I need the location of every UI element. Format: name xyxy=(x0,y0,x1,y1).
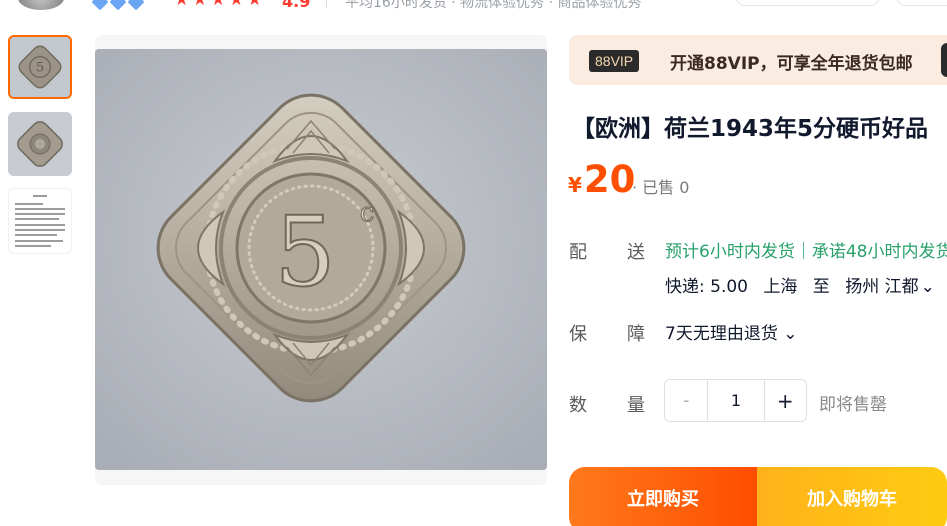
doc-text-line xyxy=(33,195,47,197)
doc-text-line xyxy=(15,208,65,210)
star-icon: ★ xyxy=(192,0,208,10)
delivery-to-word: 至 xyxy=(812,277,830,297)
diamond-icon xyxy=(91,0,109,11)
doc-text-line xyxy=(15,234,57,236)
chevron-down-icon[interactable]: ⌄ xyxy=(921,277,935,297)
rating-score: 4.9 xyxy=(282,0,311,11)
main-image-panel: 5 c xyxy=(95,35,547,485)
shop-action-button[interactable] xyxy=(735,0,880,6)
doc-text-line xyxy=(15,213,65,215)
vip-open-button[interactable] xyxy=(941,43,947,77)
vip-badge: 88VIP xyxy=(589,50,640,72)
delivery-destination[interactable]: 扬州 江都 xyxy=(845,277,918,297)
shop-logo[interactable] xyxy=(18,0,64,10)
shop-level-diamonds xyxy=(91,0,145,11)
shop-action-button[interactable] xyxy=(896,0,947,6)
quantity-decrease-button[interactable]: - xyxy=(665,380,709,421)
vip-text: 开通88VIP，可享全年退货包邮 xyxy=(670,54,913,74)
doc-text-line xyxy=(15,240,63,242)
coin-denomination: 5 xyxy=(274,196,335,308)
main-product-image[interactable]: 5 c xyxy=(95,49,547,470)
service-tags: 平均16小时发货 · 物流体验优秀 · 商品体验优秀 xyxy=(345,0,642,11)
sold-count: · 已售 0 xyxy=(632,178,690,197)
thumbnail-coin-reverse[interactable] xyxy=(8,112,72,176)
price-value: 20 xyxy=(583,158,636,201)
divider xyxy=(326,0,327,8)
star-icon: ★ xyxy=(228,0,244,10)
doc-text-line xyxy=(15,224,65,226)
thumbnail-coin-obverse[interactable]: 5 xyxy=(8,35,72,99)
quantity-stepper: - 1 + xyxy=(664,379,807,422)
chevron-down-icon[interactable]: ⌄ xyxy=(778,324,797,344)
price-currency: ¥ xyxy=(568,173,582,197)
delivery-from: 上海 xyxy=(763,277,798,297)
quantity-input[interactable]: 1 xyxy=(708,380,763,421)
quantity-increase-button[interactable]: + xyxy=(763,380,806,421)
delivery-estimate: 预计6小时内发货｜承诺48小时内发货 xyxy=(665,242,947,262)
star-icon: ★ xyxy=(174,0,190,10)
doc-text-line xyxy=(15,229,65,231)
thumbnail-description-document[interactable] xyxy=(8,188,72,254)
doc-text-line xyxy=(15,245,51,247)
delivery-method: 快递: 5.00 xyxy=(665,277,748,297)
star-icon: ★ xyxy=(247,0,263,10)
rating-stars: ★ ★ ★ ★ ★ xyxy=(174,0,262,9)
delivery-route[interactable]: 快递: 5.00 上海 至 扬州 江都 ⌄ xyxy=(665,272,945,297)
coin-unit: c xyxy=(360,198,375,228)
add-to-cart-button[interactable]: 加入购物车 xyxy=(757,467,947,526)
guarantee-text: 7天无理由退货 xyxy=(665,324,778,344)
guarantee-selector[interactable]: 7天无理由退货 ⌄ xyxy=(665,319,797,344)
shop-header-strip: ★ ★ ★ ★ ★ 4.9 平均16小时发货 · 物流体验优秀 · 商品体验优秀 xyxy=(0,0,947,11)
star-icon: ★ xyxy=(210,0,226,10)
product-title: 【欧洲】荷兰1943年5分硬币好品 xyxy=(572,116,929,142)
vip-banner[interactable]: 88VIP 开通88VIP，可享全年退货包邮 xyxy=(569,35,947,85)
buy-now-button[interactable]: 立即购买 xyxy=(569,467,757,526)
stock-note: 即将售罄 xyxy=(819,395,887,415)
svg-text:5: 5 xyxy=(36,61,44,76)
diamond-icon xyxy=(109,0,127,11)
diamond-icon xyxy=(127,0,145,11)
doc-text-line xyxy=(15,218,59,220)
doc-text-line xyxy=(15,203,43,205)
product-price: ¥ 20 xyxy=(568,158,635,201)
